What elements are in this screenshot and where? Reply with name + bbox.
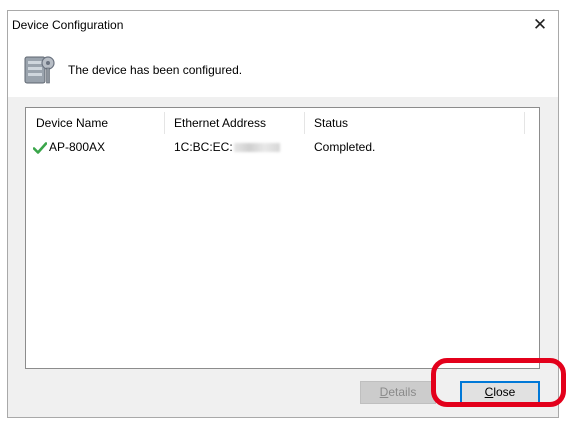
device-configuration-dialog: Device Configuration ✕ The device has be… xyxy=(7,10,559,418)
window-title: Device Configuration xyxy=(12,18,124,32)
title-bar: Device Configuration ✕ xyxy=(8,11,558,41)
column-header-ethernet-address[interactable]: Ethernet Address xyxy=(174,116,266,130)
column-divider xyxy=(164,112,165,134)
column-divider xyxy=(524,112,525,134)
redacted-blur xyxy=(233,143,280,153)
column-divider xyxy=(304,112,305,134)
ethernet-address-cell: 1C:BC:EC: xyxy=(174,140,280,154)
green-check-icon xyxy=(33,142,47,154)
header-band: The device has been configured. xyxy=(8,41,558,97)
highlight-annotation xyxy=(431,358,566,407)
device-config-icon xyxy=(24,56,55,84)
column-header-device-name[interactable]: Device Name xyxy=(36,116,108,130)
details-button[interactable]: Details xyxy=(360,381,436,404)
column-header-status[interactable]: Status xyxy=(314,116,348,130)
device-list[interactable]: Device Name Ethernet Address Status AP-8… xyxy=(25,107,540,369)
device-name-cell: AP-800AX xyxy=(49,140,106,154)
header-message: The device has been configured. xyxy=(68,63,243,77)
status-cell: Completed. xyxy=(314,140,376,154)
window-close-icon[interactable]: ✕ xyxy=(530,15,550,35)
